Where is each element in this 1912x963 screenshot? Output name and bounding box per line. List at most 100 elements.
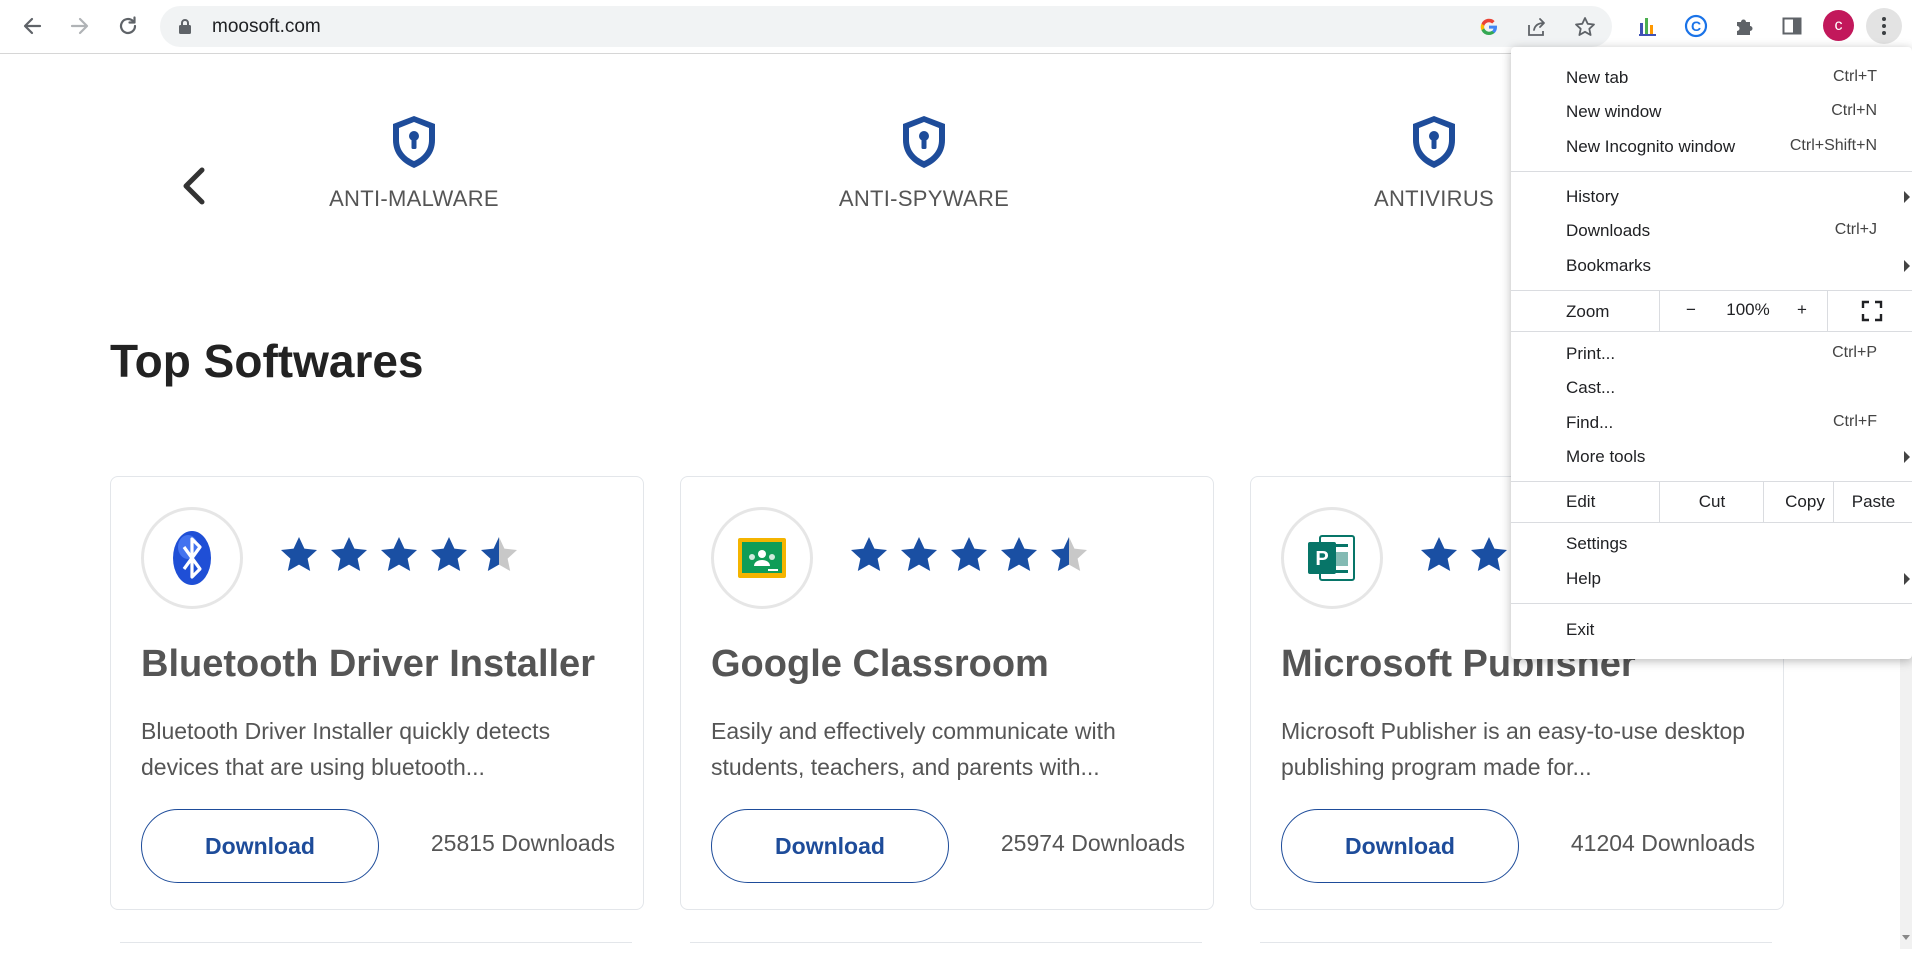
side-panel-icon <box>1782 17 1802 35</box>
category-anti-malware[interactable]: ANTI-MALWARE <box>284 114 544 212</box>
menu-item-find[interactable]: Find... Ctrl+F <box>1511 406 1912 440</box>
star-full-icon <box>381 537 417 571</box>
software-name[interactable]: Bluetooth Driver Installer <box>141 643 595 686</box>
download-count: 41204 Downloads <box>1570 830 1755 856</box>
menu-separator <box>1511 171 1912 172</box>
puzzle-icon <box>1737 19 1753 35</box>
submenu-arrow-icon <box>1904 573 1910 585</box>
extension-c-button[interactable]: C <box>1681 11 1711 41</box>
category-label: ANTI-SPYWARE <box>838 186 1010 211</box>
lock-icon[interactable] <box>178 18 192 35</box>
menu-item-settings[interactable]: Settings <box>1511 527 1912 561</box>
chrome-main-menu: New tab Ctrl+T New window Ctrl+N New Inc… <box>1511 47 1912 659</box>
star-full-icon <box>851 537 887 571</box>
back-button[interactable] <box>15 9 49 43</box>
star-full-icon <box>431 537 467 571</box>
paste-button[interactable]: Paste <box>1835 492 1912 512</box>
zoom-label: Zoom <box>1566 302 1610 321</box>
menu-item-cast[interactable]: Cast... <box>1511 371 1912 405</box>
carousel-prev-button[interactable] <box>180 166 208 211</box>
menu-item-shortcut: Ctrl+T <box>1833 68 1877 85</box>
shield-keyhole-icon <box>1413 116 1455 168</box>
address-bar[interactable]: moosoft.com <box>160 6 1612 47</box>
menu-item-label: Help <box>1566 569 1601 588</box>
menu-separator <box>1511 603 1912 604</box>
next-row-card-edge <box>1260 942 1772 963</box>
menu-item-new-tab[interactable]: New tab Ctrl+T <box>1511 61 1912 95</box>
browser-toolbar: moosoft.com C c <box>0 0 1912 54</box>
back-arrow-icon <box>23 17 42 35</box>
star-full-icon <box>281 537 317 571</box>
menu-divider <box>1659 291 1660 331</box>
menu-item-more-tools[interactable]: More tools <box>1511 440 1912 474</box>
download-button[interactable]: Download <box>141 809 379 883</box>
menu-item-history[interactable]: History <box>1511 180 1912 214</box>
submenu-arrow-icon <box>1904 191 1910 203</box>
scroll-down-arrow-icon[interactable] <box>1902 935 1910 940</box>
bookmark-star-button[interactable] <box>1572 14 1598 40</box>
software-description: Microsoft Publisher is an easy-to-use de… <box>1281 718 1746 780</box>
menu-separator <box>1511 481 1912 482</box>
menu-item-new-window[interactable]: New window Ctrl+N <box>1511 95 1912 129</box>
avatar-letter: c <box>1834 16 1843 34</box>
side-panel-button[interactable] <box>1777 11 1807 41</box>
chrome-menu-button[interactable] <box>1866 8 1902 44</box>
menu-item-shortcut: Ctrl+Shift+N <box>1789 137 1877 154</box>
extension-chart-button[interactable] <box>1633 11 1663 41</box>
forward-arrow-icon <box>70 17 89 35</box>
fullscreen-button[interactable] <box>1861 300 1883 327</box>
google-lens-button[interactable] <box>1476 14 1502 40</box>
software-card-bluetooth[interactable]: Bluetooth Driver Installer Bluetooth Dri… <box>110 476 644 910</box>
menu-item-label: Downloads <box>1566 221 1651 240</box>
menu-item-downloads[interactable]: Downloads Ctrl+J <box>1511 214 1912 248</box>
section-title: Top Softwares <box>110 335 424 387</box>
url-text[interactable]: moosoft.com <box>212 16 321 38</box>
menu-separator <box>1511 290 1912 291</box>
submenu-arrow-icon <box>1904 260 1910 272</box>
category-label: ANTI-MALWARE <box>329 186 499 211</box>
menu-divider <box>1827 291 1828 331</box>
download-button[interactable]: Download <box>711 809 949 883</box>
bar-chart-extension-icon <box>1639 18 1656 36</box>
menu-item-label: Exit <box>1566 620 1595 639</box>
bluetooth-icon <box>173 531 211 585</box>
app-icon-frame: P <box>1281 507 1383 609</box>
download-count: 25974 Downloads <box>1000 830 1185 856</box>
next-row-card-edge <box>120 942 632 963</box>
reload-button[interactable] <box>111 9 145 43</box>
zoom-in-button[interactable]: + <box>1787 300 1817 320</box>
star-full-icon <box>1001 537 1037 571</box>
menu-item-new-incognito-window[interactable]: New Incognito window Ctrl+Shift+N <box>1511 130 1912 164</box>
reload-icon <box>119 16 137 35</box>
profile-avatar[interactable]: c <box>1823 10 1854 41</box>
next-row-card-edge <box>690 942 1202 963</box>
menu-divider <box>1659 482 1660 522</box>
download-button[interactable]: Download <box>1281 809 1519 883</box>
software-name[interactable]: Google Classroom <box>711 643 1049 686</box>
software-card-google-classroom[interactable]: Google Classroom Easily and effectively … <box>680 476 1214 910</box>
cut-button[interactable]: Cut <box>1661 492 1763 512</box>
menu-item-exit[interactable]: Exit <box>1511 613 1912 647</box>
zoom-out-button[interactable]: − <box>1676 300 1706 320</box>
zoom-level: 100% <box>1726 300 1770 319</box>
menu-item-help[interactable]: Help <box>1511 562 1912 596</box>
fullscreen-icon <box>1861 300 1883 322</box>
menu-item-label: Settings <box>1566 534 1628 553</box>
menu-item-print[interactable]: Print... Ctrl+P <box>1511 337 1912 371</box>
menu-item-bookmarks[interactable]: Bookmarks <box>1511 249 1912 283</box>
category-anti-spyware[interactable]: ANTI-SPYWARE <box>794 114 1054 212</box>
menu-separator <box>1511 522 1912 523</box>
menu-item-label: New tab <box>1566 68 1629 87</box>
forward-button[interactable] <box>63 9 97 43</box>
software-description: Easily and effectively communicate with … <box>711 718 1116 780</box>
app-icon-frame <box>711 507 813 609</box>
share-button[interactable] <box>1524 14 1550 40</box>
star-full-icon <box>331 537 367 571</box>
app-icon-frame <box>141 507 243 609</box>
menu-divider <box>1833 482 1834 522</box>
menu-item-shortcut: Ctrl+P <box>1832 344 1877 361</box>
menu-item-label: Bookmarks <box>1566 256 1652 275</box>
extensions-button[interactable] <box>1729 11 1759 41</box>
software-description: Bluetooth Driver Installer quickly detec… <box>141 718 551 780</box>
chevron-left-icon <box>183 167 205 205</box>
